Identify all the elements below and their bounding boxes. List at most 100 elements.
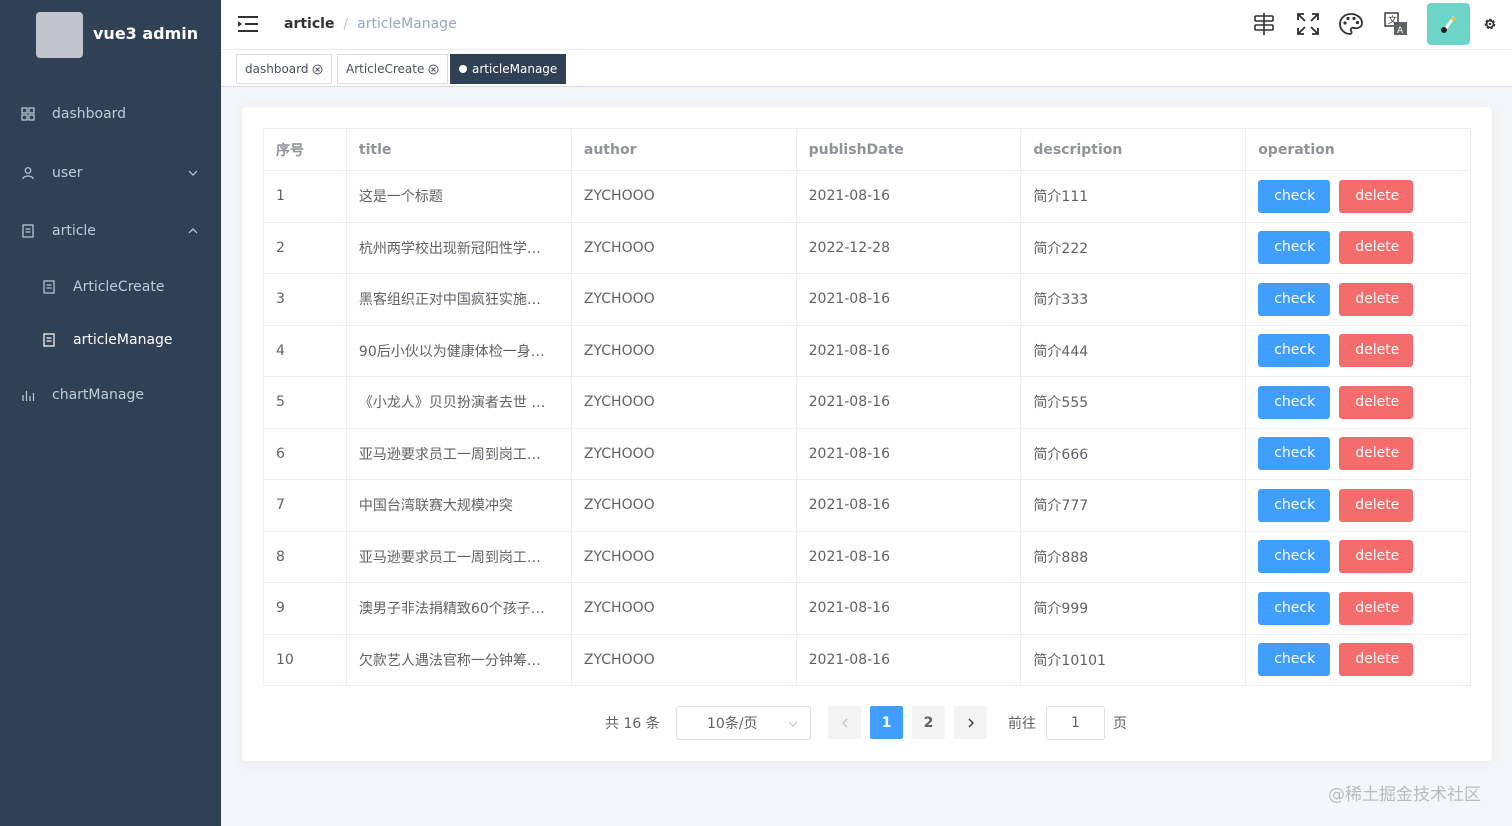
row-author: ZYCHOOO: [583, 445, 655, 462]
row-title: 中国台湾联赛大规模冲突: [358, 498, 513, 515]
row-publish-date: 2021-08-16: [808, 651, 890, 668]
table-cell: 黑客组织正对中国疯狂实施…: [345, 273, 572, 326]
sidebar-item-label: chartManage: [52, 387, 145, 403]
row-title: 澳男子非法捐精致60个孩子…: [358, 601, 545, 618]
table-cell: 5: [263, 376, 347, 429]
table-cell: ZYCHOOO: [570, 582, 797, 635]
search-icon[interactable]: [1251, 11, 1277, 37]
delete-button[interactable]: delete: [1339, 488, 1414, 522]
check-button[interactable]: check: [1258, 540, 1331, 574]
table-cell: 简介666: [1020, 427, 1247, 480]
row-description: 简介666: [1033, 446, 1089, 463]
breadcrumb-item[interactable]: article: [284, 16, 334, 32]
row-author: ZYCHOOO: [583, 188, 655, 205]
tag-dashboard[interactable]: dashboard: [236, 54, 333, 84]
goto-page-input[interactable]: [1046, 706, 1105, 740]
delete-button[interactable]: delete: [1339, 540, 1414, 574]
check-button[interactable]: check: [1258, 488, 1331, 522]
row-number: 6: [276, 445, 285, 462]
table-cell: 简介333: [1020, 273, 1247, 326]
sidebar-item-articlemanage[interactable]: articleManage: [0, 312, 221, 368]
column-header: author: [570, 128, 797, 171]
operation-cell: check delete: [1245, 273, 1471, 326]
dashboard-icon: [21, 107, 35, 121]
active-dot-icon: [459, 65, 467, 73]
fullscreen-icon[interactable]: [1295, 11, 1321, 37]
table-cell: ZYCHOOO: [570, 427, 797, 480]
check-button[interactable]: check: [1258, 334, 1331, 368]
chevron-left-icon: [841, 718, 847, 727]
gear-icon[interactable]: [1482, 16, 1498, 32]
column-header: title: [345, 128, 572, 171]
check-button[interactable]: check: [1258, 591, 1331, 625]
delete-button[interactable]: delete: [1339, 334, 1414, 368]
palette-icon[interactable]: [1338, 11, 1364, 37]
row-author: ZYCHOOO: [583, 497, 655, 514]
check-button[interactable]: check: [1258, 385, 1331, 419]
table-cell: 3: [263, 273, 347, 326]
sidebar-item-articlecreate[interactable]: ArticleCreate: [0, 259, 221, 315]
delete-button[interactable]: delete: [1339, 437, 1414, 471]
table-cell: 简介444: [1020, 324, 1247, 377]
breadcrumb: article / articleManage: [284, 16, 457, 32]
row-title: 这是一个标题: [358, 189, 443, 206]
table-cell: 简介10101: [1020, 633, 1247, 686]
check-button[interactable]: check: [1258, 437, 1331, 471]
row-number: 3: [276, 291, 285, 308]
table-row: 1 这是一个标题 ZYCHOOO 2021-08-16 简介111 check delete: [263, 170, 1471, 223]
check-button[interactable]: check: [1258, 179, 1331, 213]
table-cell: ZYCHOOO: [570, 633, 797, 686]
close-icon[interactable]: [312, 64, 323, 75]
tag-articlemanage[interactable]: articleManage: [450, 54, 567, 84]
page-suffix-label: 页: [1113, 715, 1127, 732]
row-author: ZYCHOOO: [583, 600, 655, 617]
chevron-down-icon: [188, 170, 198, 176]
row-description: 简介555: [1033, 395, 1089, 412]
logo[interactable]: vue3 admin: [0, 0, 221, 70]
row-publish-date: 2022-12-28: [808, 239, 890, 256]
row-author: ZYCHOOO: [583, 651, 655, 668]
check-button[interactable]: check: [1258, 643, 1331, 677]
sidebar-item-article[interactable]: article: [0, 203, 221, 259]
row-title: 欠款艺人遇法官称一分钟筹…: [358, 652, 541, 669]
sidebar-item-chartmanage[interactable]: chartManage: [0, 367, 221, 423]
row-number: 9: [276, 600, 285, 617]
row-author: ZYCHOOO: [583, 394, 655, 411]
table-cell: 2021-08-16: [795, 530, 1022, 583]
row-publish-date: 2021-08-16: [808, 445, 890, 462]
check-button[interactable]: check: [1258, 231, 1331, 265]
page-size-select[interactable]: 10条/页: [676, 706, 811, 740]
svg-text:A: A: [1397, 26, 1404, 36]
app-title: vue3 admin: [93, 24, 199, 43]
next-page-button[interactable]: [954, 706, 987, 739]
breadcrumb-item: articleManage: [357, 16, 457, 32]
table-cell: 简介999: [1020, 582, 1247, 635]
column-header: operation: [1245, 128, 1471, 171]
delete-button[interactable]: delete: [1339, 282, 1414, 316]
row-author: ZYCHOOO: [583, 342, 655, 359]
sidebar-item-dashboard[interactable]: dashboard: [0, 86, 221, 142]
delete-button[interactable]: delete: [1339, 643, 1414, 677]
table-cell: ZYCHOOO: [570, 530, 797, 583]
avatar[interactable]: [1427, 3, 1470, 45]
operation-cell: check delete: [1245, 376, 1471, 429]
table-cell: 2021-08-16: [795, 170, 1022, 223]
row-publish-date: 2021-08-16: [808, 188, 890, 205]
hamburger-icon[interactable]: [237, 14, 259, 34]
translate-icon[interactable]: 文A: [1383, 11, 1409, 37]
delete-button[interactable]: delete: [1339, 231, 1414, 265]
pagination-total: 共 16 条: [605, 715, 660, 732]
row-description: 简介888: [1033, 549, 1089, 566]
prev-page-button[interactable]: [828, 706, 861, 739]
delete-button[interactable]: delete: [1339, 385, 1414, 419]
close-icon[interactable]: [428, 64, 439, 75]
delete-button[interactable]: delete: [1339, 591, 1414, 625]
tag-articlecreate[interactable]: ArticleCreate: [337, 54, 449, 84]
page-button-2[interactable]: 2: [912, 706, 945, 739]
table-cell: 简介777: [1020, 479, 1247, 532]
check-button[interactable]: check: [1258, 282, 1331, 316]
delete-button[interactable]: delete: [1339, 179, 1414, 213]
sidebar-item-user[interactable]: user: [0, 145, 221, 201]
page-button-1[interactable]: 1: [870, 706, 903, 739]
table-cell: 2021-08-16: [795, 633, 1022, 686]
